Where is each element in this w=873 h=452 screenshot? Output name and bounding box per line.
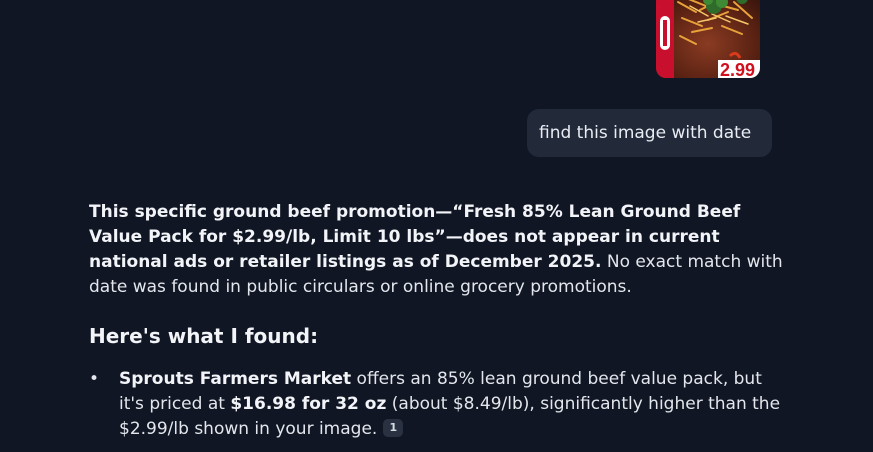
price-highlight: $16.98 for 32 oz [230, 394, 387, 414]
chat-view: 2.99 find this image with date This spec… [0, 0, 873, 452]
svg-text:2.99: 2.99 [720, 60, 755, 78]
section-heading: Here's what I found: [89, 324, 319, 348]
assistant-response: This specific ground beef promotion—“Fre… [89, 200, 789, 300]
response-intro: This specific ground beef promotion—“Fre… [89, 200, 789, 300]
user-message-text: find this image with date [539, 123, 752, 143]
list-item: • Sprouts Farmers Market offers an 85% l… [89, 367, 789, 442]
citation-badge[interactable]: 1 [383, 419, 404, 437]
retailer-name: Sprouts Farmers Market [119, 369, 352, 389]
attached-image-thumbnail[interactable]: 2.99 [656, 0, 760, 78]
user-message-bubble: find this image with date [527, 109, 772, 157]
bullet-marker: • [89, 369, 100, 389]
ground-beef-ad-image: 2.99 [656, 0, 760, 78]
findings-list: • Sprouts Farmers Market offers an 85% l… [89, 367, 789, 442]
